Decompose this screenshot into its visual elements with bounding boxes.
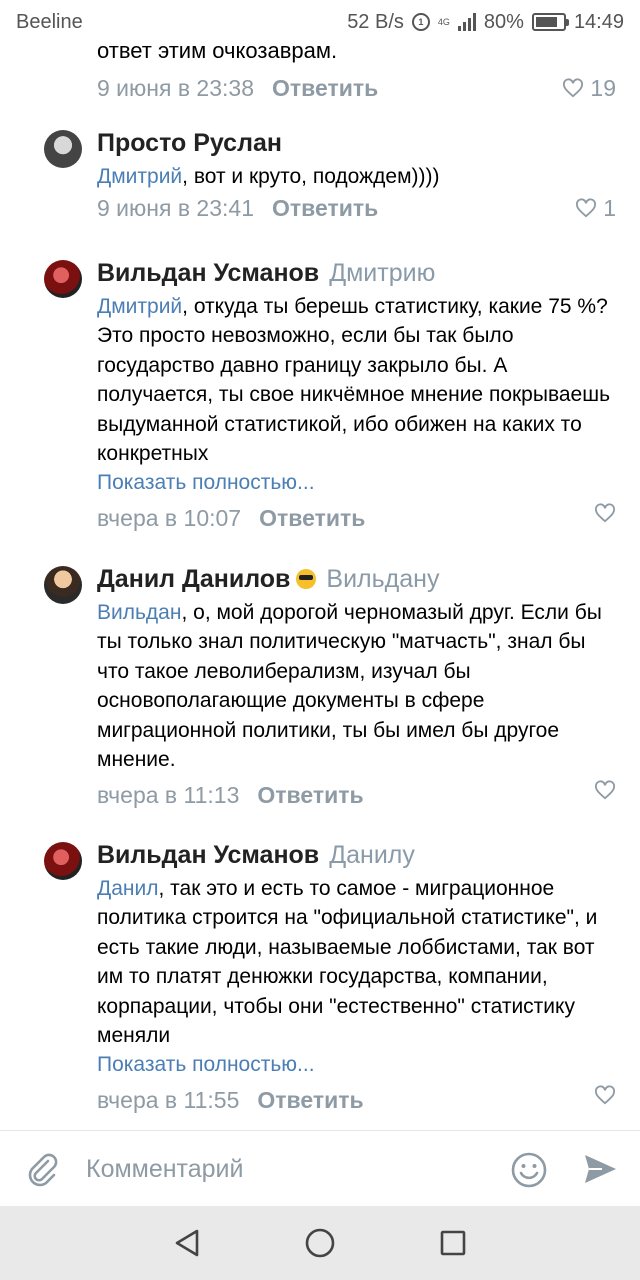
comment-meta: 9 июня в 23:41 Ответить 1 bbox=[97, 193, 616, 223]
network-speed: 52 B/s bbox=[347, 10, 404, 33]
like-button[interactable]: 1 bbox=[575, 193, 616, 223]
home-icon bbox=[305, 1228, 335, 1258]
network-badge-icon: 1 bbox=[411, 13, 430, 31]
comment-text: ответ этим очкозаврам. bbox=[97, 44, 338, 63]
mention-link[interactable]: Дмитрий bbox=[97, 295, 182, 318]
reply-to-name[interactable]: Дмитрию bbox=[329, 259, 435, 287]
reply-button[interactable]: Ответить bbox=[272, 193, 378, 223]
network-type: 4G bbox=[437, 16, 450, 27]
show-more-link[interactable]: Показать полностью... bbox=[97, 468, 616, 497]
comment-text: Дмитрий, откуда ты берешь статистику, ка… bbox=[97, 292, 616, 468]
comment-meta: вчера в 11:13 Ответить bbox=[97, 780, 616, 810]
recents-icon bbox=[441, 1230, 466, 1256]
show-more-link[interactable]: Показать полностью... bbox=[97, 1050, 616, 1079]
reply-to-name[interactable]: Вильдану bbox=[326, 565, 439, 593]
comment-text: Дмитрий, вот и круто, подождем)))) bbox=[97, 162, 616, 191]
mention-link[interactable]: Вильдан bbox=[97, 601, 181, 624]
mention-link[interactable]: Дмитрий bbox=[97, 165, 182, 188]
like-count: 1 bbox=[603, 195, 616, 222]
paperclip-icon[interactable] bbox=[24, 1151, 60, 1187]
like-button[interactable]: 19 bbox=[562, 73, 616, 103]
comment-header: Данил Данилов Вильдану bbox=[97, 564, 616, 594]
status-bar: Beeline 52 B/s 1 4G 80% 14:49 bbox=[0, 0, 640, 44]
comment-text: Данил, так это и есть то самое - миграци… bbox=[97, 874, 616, 1050]
comments-feed[interactable]: ответ этим очкозаврам. 9 июня в 23:38 От… bbox=[0, 44, 640, 1130]
clock: 14:49 bbox=[573, 10, 624, 33]
send-icon[interactable] bbox=[582, 1151, 618, 1187]
comment-meta: 9 июня в 23:38 Ответить 19 bbox=[97, 73, 616, 103]
reply-button[interactable]: Ответить bbox=[272, 73, 378, 103]
mention-link[interactable]: Данил bbox=[97, 877, 158, 900]
heart-icon bbox=[595, 503, 615, 523]
status-indicators: 52 B/s 1 4G 80% 14:49 bbox=[347, 11, 624, 34]
author-name[interactable]: Просто Руслан bbox=[97, 129, 282, 157]
carrier-label: Beeline bbox=[16, 10, 83, 33]
avatar[interactable] bbox=[44, 566, 82, 604]
comment-date: вчера в 11:55 bbox=[97, 1087, 240, 1114]
like-button[interactable] bbox=[594, 780, 616, 800]
navigation-bar bbox=[0, 1206, 640, 1280]
comment-header: Вильдан Усманов Дмитрию bbox=[97, 258, 616, 288]
battery-percent: 80% bbox=[483, 10, 524, 33]
comment-date: 9 июня в 23:41 bbox=[97, 195, 254, 222]
heart-icon bbox=[595, 780, 615, 800]
comment-header: Просто Руслан bbox=[97, 128, 616, 158]
comment-text: Вильдан, о, мой дорогой черномазый друг.… bbox=[97, 598, 616, 774]
back-button[interactable] bbox=[167, 1223, 207, 1263]
reply-button[interactable]: Ответить bbox=[257, 780, 363, 810]
comment-body: , вот и круто, подождем)))) bbox=[182, 165, 440, 188]
author-name[interactable]: Вильдан Усманов bbox=[97, 259, 319, 287]
like-count: 19 bbox=[590, 75, 616, 102]
comment-input[interactable] bbox=[86, 1149, 486, 1189]
home-button[interactable] bbox=[300, 1223, 340, 1263]
comment-meta: вчера в 10:07 Ответить bbox=[97, 503, 616, 533]
reply-button[interactable]: Ответить bbox=[257, 1085, 363, 1115]
reply-button[interactable]: Ответить bbox=[259, 503, 365, 533]
battery-icon bbox=[531, 13, 569, 31]
avatar[interactable] bbox=[44, 260, 82, 298]
comment-meta: вчера в 11:55 Ответить bbox=[97, 1085, 616, 1115]
smile-icon[interactable] bbox=[510, 1151, 548, 1189]
signal-icon bbox=[457, 13, 476, 31]
comment-date: вчера в 10:07 bbox=[97, 505, 242, 532]
sunglasses-emoji-icon bbox=[296, 569, 317, 589]
comment-body: , так это и есть то самое - миграционное… bbox=[97, 877, 598, 1048]
comment-date: 9 июня в 23:38 bbox=[97, 75, 254, 102]
heart-icon bbox=[576, 198, 597, 218]
heart-icon bbox=[595, 1085, 615, 1105]
back-icon bbox=[175, 1229, 198, 1257]
comment-composer bbox=[0, 1130, 640, 1206]
heart-icon bbox=[563, 78, 584, 98]
comment-body: , о, мой дорогой черномазый друг. Если б… bbox=[97, 601, 602, 772]
recents-button[interactable] bbox=[433, 1223, 473, 1263]
like-button[interactable] bbox=[594, 503, 616, 523]
comment-header: Вильдан Усманов Данилу bbox=[97, 840, 616, 870]
like-button[interactable] bbox=[594, 1085, 616, 1105]
comment-date: вчера в 11:13 bbox=[97, 782, 240, 809]
reply-to-name[interactable]: Данилу bbox=[329, 841, 415, 869]
avatar[interactable] bbox=[44, 130, 82, 168]
author-name[interactable]: Вильдан Усманов bbox=[97, 841, 319, 869]
comment-body: , откуда ты берешь статистику, какие 75 … bbox=[97, 295, 611, 466]
author-name[interactable]: Данил Данилов bbox=[97, 565, 290, 593]
avatar[interactable] bbox=[44, 842, 82, 880]
